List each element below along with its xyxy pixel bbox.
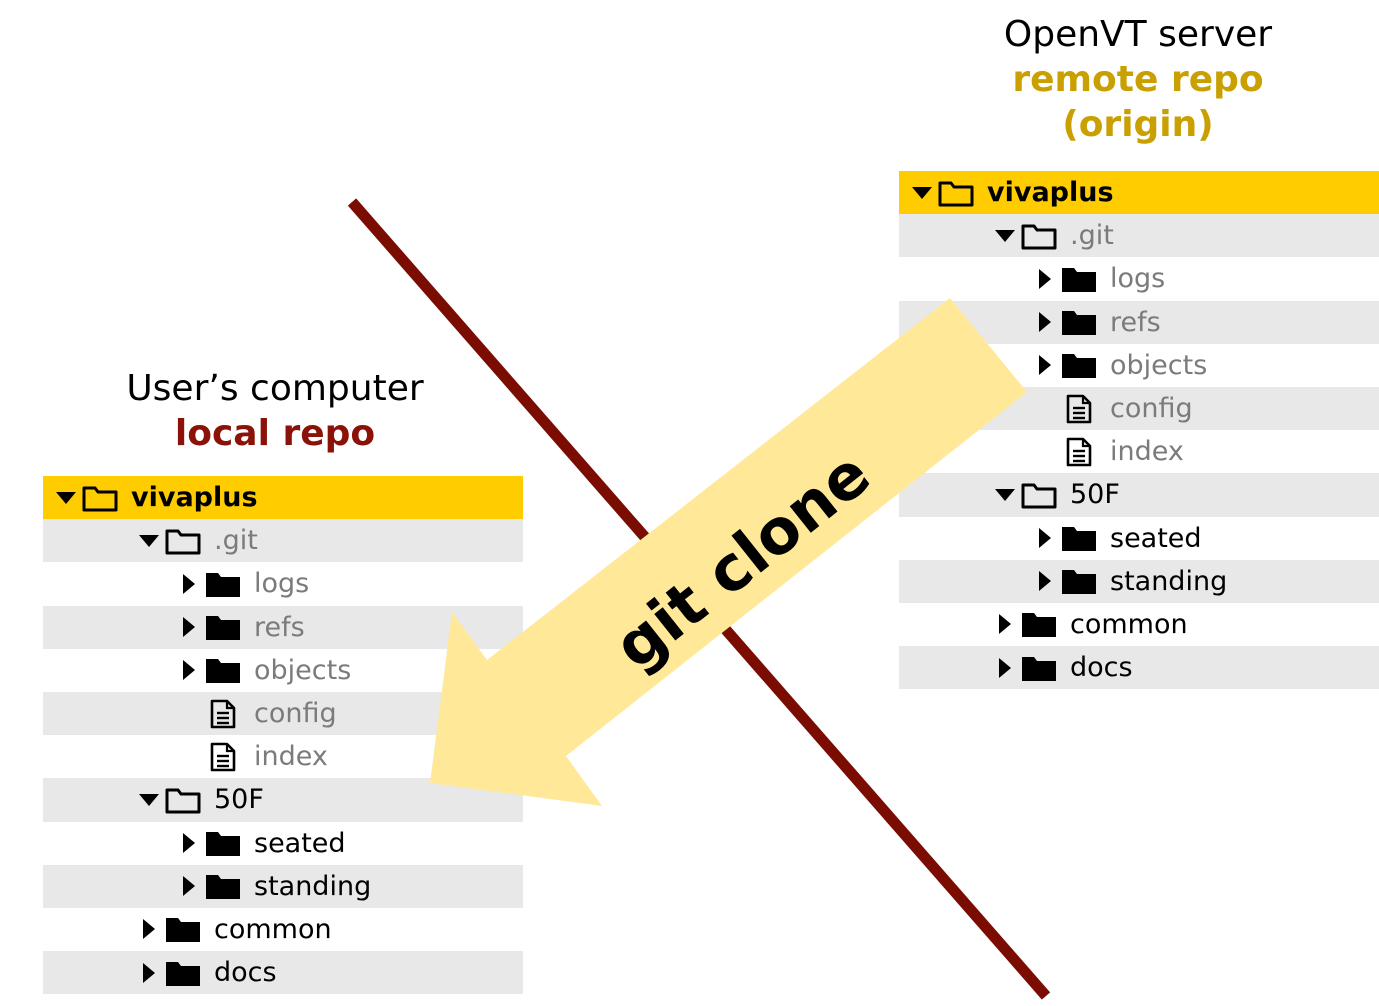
clone-arrow-layer: git clone [430, 298, 1027, 806]
